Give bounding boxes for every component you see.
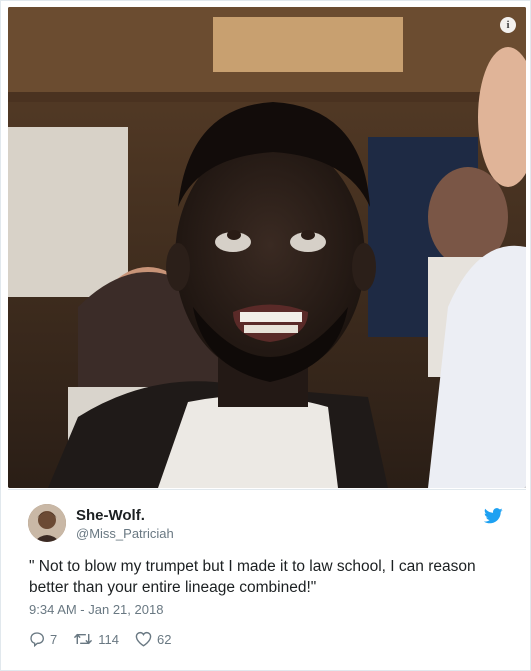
reply-count: 7 xyxy=(50,631,58,647)
photo-illustration xyxy=(8,7,526,488)
reply-button[interactable]: 7 xyxy=(29,631,57,647)
retweet-button[interactable]: 114 xyxy=(73,631,119,647)
like-button[interactable]: 62 xyxy=(135,631,171,647)
heart-icon xyxy=(135,631,152,647)
retweet-icon xyxy=(74,633,93,645)
tweet-photo[interactable]: i xyxy=(8,7,526,488)
twitter-bird-icon[interactable] xyxy=(484,508,503,524)
tweet-actions: 7 114 62 xyxy=(29,629,187,649)
tweet-text: " Not to blow my trumpet but I made it t… xyxy=(29,558,476,596)
info-icon[interactable]: i xyxy=(500,17,516,33)
tweet-timestamp[interactable]: 9:34 AM - Jan 21, 2018 xyxy=(29,602,163,617)
tweet-card[interactable]: i She-Wolf. @Miss_Patriciah " Not to blo… xyxy=(0,0,531,671)
divider xyxy=(8,489,526,490)
avatar[interactable] xyxy=(28,504,66,542)
reply-icon xyxy=(30,632,45,647)
author-handle[interactable]: @Miss_Patriciah xyxy=(76,526,174,541)
author-display-name[interactable]: She-Wolf. xyxy=(76,507,145,524)
like-count: 62 xyxy=(156,631,172,647)
avatar-image xyxy=(28,504,66,542)
retweet-count: 114 xyxy=(98,631,119,647)
